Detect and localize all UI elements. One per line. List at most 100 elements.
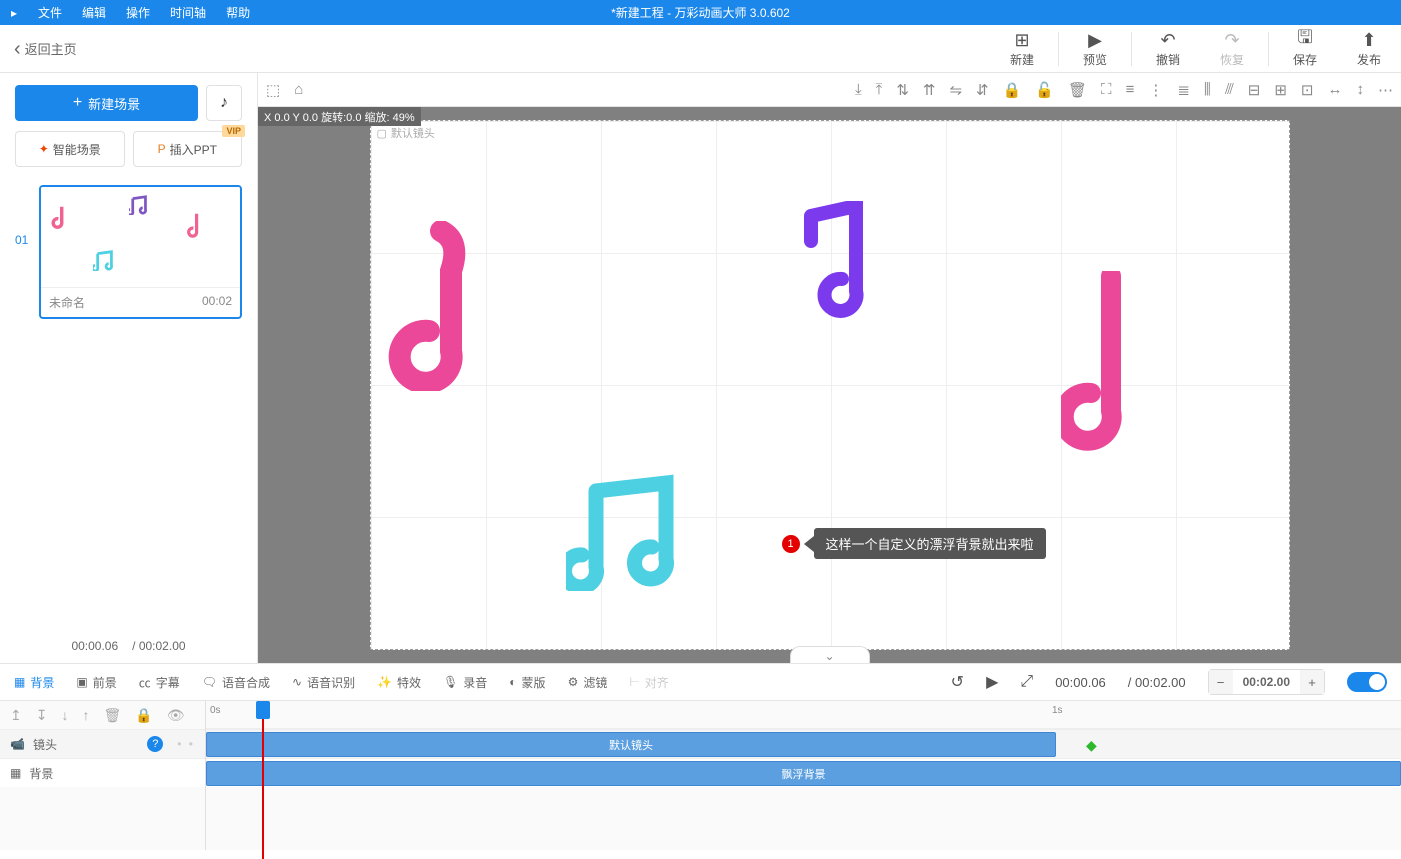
tooltip-number: 1	[782, 535, 800, 553]
distribute-v-icon[interactable]: ⫻	[1225, 81, 1234, 99]
snap-toggle[interactable]	[1347, 672, 1387, 692]
home-icon[interactable]: ⌂	[294, 81, 303, 99]
unlock-icon[interactable]: 🔓	[1035, 81, 1054, 99]
track-label-camera[interactable]: 📹 镜头 ? • •	[0, 729, 205, 758]
publish-button[interactable]: ⬆发布	[1337, 29, 1401, 68]
focus-icon[interactable]: ⛶	[1101, 81, 1112, 99]
canvas-status: X 0.0 Y 0.0 旋转:0.0 缩放: 49%	[258, 107, 421, 126]
undo-button[interactable]: ↶撤销	[1136, 29, 1200, 68]
timeline-tracks[interactable]: 0s 1s 默认镜头 ◆ 飘浮背景	[206, 701, 1401, 850]
align-top-icon[interactable]: ⤒	[876, 81, 883, 99]
note-purple[interactable]	[786, 201, 876, 321]
note-pink-1[interactable]	[381, 221, 481, 391]
align-up-icon[interactable]: ⇈	[923, 81, 936, 99]
sparkle-icon: ✨	[377, 675, 392, 689]
align-vcenter-icon[interactable]: ⇅	[896, 81, 909, 99]
trash-icon[interactable]: 🗑	[1068, 81, 1087, 99]
decrease-button[interactable]: −	[1209, 670, 1233, 694]
tab-foreground[interactable]: ▣前景	[76, 674, 116, 691]
speech-icon: 🗨	[202, 675, 217, 689]
align-hcenter-icon[interactable]: ⋮	[1148, 81, 1163, 99]
main-area: 新建场景 ♪ ✦智能场景 P插入PPTVIP 01 未命名 00:02	[0, 73, 1401, 663]
clip-camera[interactable]: 默认镜头	[206, 732, 1056, 757]
fullscreen-button[interactable]: ⤢	[1020, 673, 1033, 691]
folder-out-icon[interactable]: ↥	[10, 707, 22, 724]
play-button[interactable]: ▶	[986, 672, 998, 692]
sort-up-icon[interactable]: ↑	[82, 707, 89, 723]
playhead-handle[interactable]	[256, 701, 270, 719]
spacing-v-icon[interactable]: ↕	[1357, 81, 1365, 99]
duration-stepper[interactable]: − 00:02.00 +	[1208, 669, 1325, 695]
sort-down-icon[interactable]: ↓	[61, 707, 68, 723]
redo-button[interactable]: ↷恢复	[1200, 29, 1264, 68]
playhead[interactable]	[256, 701, 270, 859]
ruler-tick-1: 1s	[1052, 705, 1063, 716]
lock-track-icon[interactable]: 🔒	[135, 707, 152, 724]
tab-tts[interactable]: 🗨语音合成	[202, 674, 270, 691]
track-options[interactable]: • •	[177, 737, 195, 751]
distribute-h-icon[interactable]: ⫼	[1204, 81, 1211, 99]
tab-record[interactable]: 🎙录音	[443, 674, 487, 691]
mask-icon: ◐	[509, 675, 516, 689]
track-background[interactable]: 飘浮背景	[206, 758, 1401, 787]
tab-subtitle[interactable]: ㏄字幕	[139, 674, 180, 691]
arrange-icon[interactable]: ⊟	[1248, 81, 1261, 99]
menu-file[interactable]: 文件	[28, 4, 72, 21]
align-bottom-icon[interactable]: ⤓	[855, 81, 862, 99]
canvas-area: ⬚ ⌂ ⤓ ⤒ ⇅ ⇈ ⇋ ⇵ 🔒 🔓 🗑 ⛶ ≡ ⋮ ≣ ⫼ ⫻ ⊟	[258, 73, 1401, 663]
more-icon[interactable]: ⋯	[1378, 81, 1393, 99]
canvas-stage[interactable]: 默认镜头 1 这样一个自定义的漂浮背景就出来啦	[370, 120, 1290, 650]
align-left-icon[interactable]: ≡	[1126, 81, 1135, 99]
rewind-button[interactable]: ↺	[951, 672, 964, 692]
tab-effects[interactable]: ✨特效	[377, 674, 421, 691]
back-home-button[interactable]: 返回主页	[0, 39, 91, 59]
align-right-icon[interactable]: ≣	[1177, 81, 1190, 99]
canvas-expand-tab[interactable]: ⌄	[790, 646, 870, 663]
group-icon[interactable]: ⊞	[1274, 81, 1287, 99]
clip-background[interactable]: 飘浮背景	[206, 761, 1401, 786]
cursor-icon[interactable]: ⬚	[266, 81, 280, 99]
lock-icon[interactable]: 🔒	[1003, 81, 1022, 99]
flip-h-icon[interactable]: ⇋	[949, 81, 962, 99]
timeline-tabs: ▦背景 ▣前景 ㏄字幕 🗨语音合成 ∿语音识别 ✨特效 🎙录音 ◐蒙版 ⚙滤镜 …	[0, 663, 1401, 701]
tab-align[interactable]: ⊢对齐	[629, 674, 668, 691]
scene-card[interactable]: 未命名 00:02	[39, 185, 242, 319]
menu-edit[interactable]: 编辑	[72, 4, 116, 21]
duration-value: 00:02.00	[1233, 675, 1300, 689]
note-teal[interactable]	[566, 471, 696, 591]
menu-timeline[interactable]: 时间轴	[160, 4, 216, 21]
tab-filter[interactable]: ⚙滤镜	[568, 674, 608, 691]
delete-icon[interactable]: 🗑	[103, 707, 121, 724]
layers-icon: ▣	[76, 675, 87, 689]
help-badge[interactable]: ?	[147, 736, 163, 752]
wave-icon: ∿	[292, 675, 302, 689]
canvas-viewport[interactable]: 默认镜头 1 这样一个自定义的漂浮背景就出来啦 ⌄	[258, 107, 1401, 663]
menu-help[interactable]: 帮助	[216, 4, 260, 21]
smart-scene-button[interactable]: ✦智能场景	[15, 131, 125, 167]
track-label-background[interactable]: ▦ 背景	[0, 758, 205, 787]
camera-icon: 📹	[10, 737, 25, 751]
timeline: ↥ ↧ ↓ ↑ 🗑 🔒 👁 📹 镜头 ? • • ▦ 背景 0s 1s	[0, 701, 1401, 850]
mic-icon: 🎙	[443, 675, 458, 689]
menu-action[interactable]: 操作	[116, 4, 160, 21]
flip-v-icon[interactable]: ⇵	[976, 81, 989, 99]
track-camera[interactable]: 默认镜头 ◆	[206, 729, 1401, 758]
insert-ppt-button[interactable]: P插入PPTVIP	[133, 131, 243, 167]
preview-button[interactable]: ▶预览	[1063, 29, 1127, 68]
ungroup-icon[interactable]: ⊡	[1301, 81, 1314, 99]
add-keyframe-icon[interactable]: ◆	[1086, 737, 1097, 754]
music-button[interactable]: ♪	[206, 85, 242, 121]
tab-background[interactable]: ▦背景	[14, 674, 54, 691]
new-button[interactable]: ⊞新建	[990, 29, 1054, 68]
folder-in-icon[interactable]: ↧	[36, 707, 48, 724]
save-button[interactable]: 🖫保存	[1273, 29, 1337, 68]
new-scene-button[interactable]: 新建场景	[15, 85, 198, 121]
visibility-icon[interactable]: 👁	[167, 707, 185, 724]
tab-mask[interactable]: ◐蒙版	[509, 674, 545, 691]
note-pink-2[interactable]	[1061, 271, 1131, 451]
increase-button[interactable]: +	[1300, 670, 1324, 694]
tab-asr[interactable]: ∿语音识别	[292, 674, 355, 691]
timeline-ruler[interactable]: 0s 1s	[206, 701, 1401, 729]
spacing-h-icon[interactable]: ↔	[1328, 81, 1343, 99]
playback-total-time: / 00:02.00	[1128, 675, 1186, 690]
